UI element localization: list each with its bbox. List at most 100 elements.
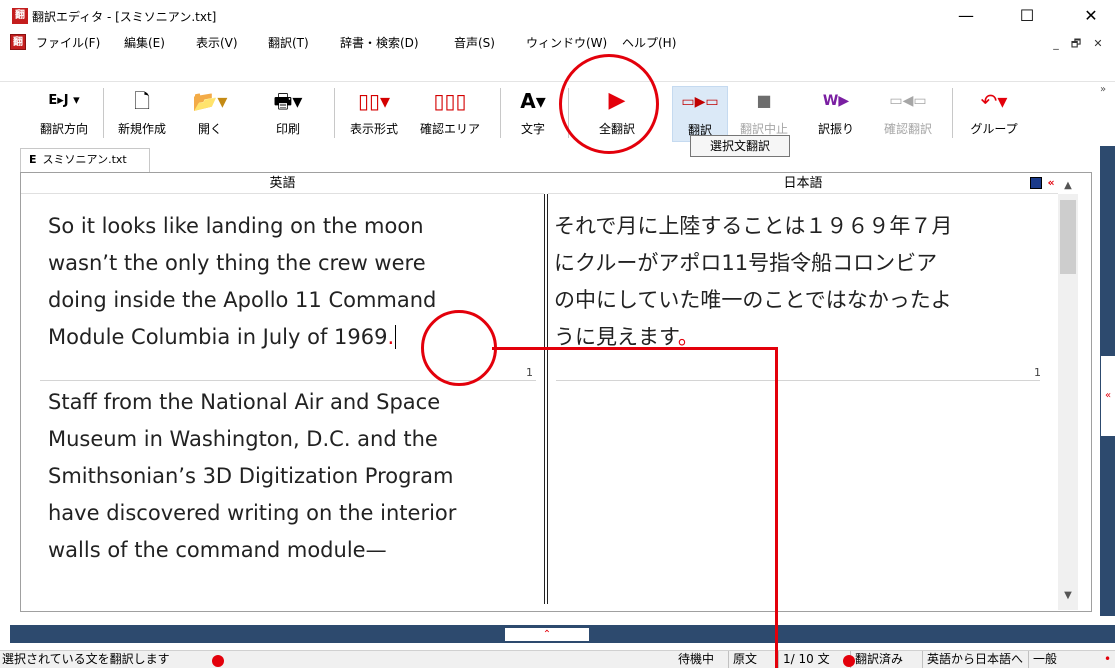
source-line: Staff from the National Air and Space [48,390,441,414]
open-label: 開く [197,122,222,136]
target-period: 。 [677,325,699,349]
open-button[interactable]: 📂▾ 開く [180,86,240,142]
window-title: 翻訳エディタ - [スミソニアン.txt] [32,10,217,24]
toolbar-separator [334,88,335,138]
translate-selection-button[interactable]: ▭▶▭ 翻訳 [672,86,728,142]
confirm-area-button[interactable]: ▯▯▯ 確認エリア [412,86,488,142]
group-button[interactable]: ↶▾ グループ [958,86,1030,142]
source-line: walls of the command module— [48,538,387,562]
furigana-button[interactable]: W▶ 訳振り [806,86,866,142]
pane-toggle-icon[interactable] [1030,177,1042,189]
side-panel-expand-icon[interactable]: « [1101,356,1115,436]
annotation-line [492,347,778,350]
new-button[interactable]: 🗋 新規作成 [106,86,178,142]
source-segment-2[interactable]: Staff from the National Air and Space Mu… [48,384,538,569]
new-document-icon: 🗋 [133,89,151,113]
status-source: 原文 [728,651,761,668]
stop-icon: ■ [756,91,772,110]
tooltip: 選択文翻訳 [690,135,790,157]
menu-dictionary[interactable]: 辞書・検索(D) [340,34,419,52]
mdi-close-button[interactable]: ✕ [1090,37,1106,51]
source-line: Museum in Washington, D.C. and the [48,427,438,451]
source-line: have discovered writing on the interior [48,501,457,525]
text-cursor [395,325,397,349]
annotation-line [775,347,778,668]
direction-label: 翻訳方向 [39,122,88,136]
toolbar-separator [500,88,501,138]
menu-file[interactable]: ファイル(F) [36,34,100,52]
menu-help[interactable]: ヘルプ(H) [622,34,676,52]
status-state: 待機中 [678,652,715,666]
target-line: にクルーがアポロ11号指令船コロンビア [554,251,938,275]
target-line: それで月に上陸することは１９６９年７月 [554,214,953,238]
group-label: グループ [970,122,1018,136]
font-button[interactable]: A▾ 文字 [508,86,558,142]
target-column-header: 日本語 [548,173,1058,194]
display-format-button[interactable]: ▯▯▾ 表示形式 [338,86,410,142]
direction-icon: E▸J ▾ [48,93,80,108]
confirm-area-label: 確認エリア [419,122,480,136]
target-segment-1[interactable]: それで月に上陸することは１９６９年７月 にクルーがアポロ11号指令船コロンビア … [554,208,1054,356]
scroll-thumb[interactable] [1060,200,1076,274]
document-icon[interactable]: 翻 [10,34,26,50]
segment-separator [556,380,1040,381]
menu-translate[interactable]: 翻訳(T) [268,34,309,52]
toolbar-separator [103,88,104,138]
segment-number: 1 [526,366,533,379]
source-line: Smithsonian’s 3D Digitization Program [48,464,454,488]
menu-voice[interactable]: 音声(S) [454,34,495,52]
font-label: 文字 [520,122,545,136]
scroll-down-icon[interactable]: ▼ [1058,590,1078,606]
print-label: 印刷 [275,122,300,136]
status-direction: 英語から日本語へ [922,651,1027,668]
status-translated: 翻訳済み [850,651,907,668]
bottom-panel-expand-icon[interactable]: ⌃ [505,628,589,641]
english-doc-icon: E [29,153,37,166]
status-field: 一般 [1028,651,1061,668]
document-tab-label: スミソニアン.txt [42,153,127,166]
menu-window[interactable]: ウィンドウ(W) [526,34,607,52]
translate-selection-icon: ▭▶▭ [681,94,719,110]
confirm-translate-label: 確認翻訳 [883,122,932,136]
app-icon: 翻 [12,8,28,24]
folder-open-icon: 📂▾ [192,89,228,113]
confirm-translate-icon: ▭◀▭ [889,93,927,109]
status-message: 選択されている文を翻訳します [2,652,170,666]
toolbar-overflow-icon[interactable]: » [1100,84,1106,95]
scroll-up-icon[interactable]: ▲ [1058,180,1078,196]
font-icon: A▾ [520,89,546,113]
undo-group-icon: ↶▾ [980,89,1008,113]
document-tab[interactable]: E スミソニアン.txt [20,148,150,172]
source-line: So it looks like landing on the moon [48,214,424,238]
target-line: うに見えます。 [554,325,699,349]
display-format-icon: ▯▯▾ [357,89,391,113]
display-format-label: 表示形式 [349,122,398,136]
menu-view[interactable]: 表示(V) [196,34,238,52]
print-button[interactable]: 🖶▾ 印刷 [258,86,318,142]
menu-edit[interactable]: 編集(E) [124,34,165,52]
mdi-restore-button[interactable]: 🗗 [1068,37,1084,51]
annotation-circle [559,54,659,154]
column-divider[interactable] [544,194,548,604]
direction-button[interactable]: E▸J ▾ 翻訳方向 [28,86,100,142]
stop-button[interactable]: ■ 翻訳中止 [732,86,796,142]
annotation-circle [421,310,497,386]
toolbar-separator [952,88,953,138]
annotation-dot [212,655,224,667]
mdi-minimize-button[interactable]: _ [1048,37,1064,51]
confirm-area-icon: ▯▯▯ [433,89,467,113]
furigana-icon: W▶ [822,93,850,109]
close-button[interactable]: ✕ [1068,0,1114,32]
maximize-button[interactable]: ☐ [1004,0,1050,32]
annotation-mark: • [1104,652,1112,666]
status-count: 1/ 10 文 [778,651,834,668]
collapse-icon[interactable]: « [1044,176,1058,190]
minimize-button[interactable]: — [943,0,989,32]
annotation-dot [843,655,855,667]
furigana-label: 訳振り [817,122,854,136]
source-line: wasn’t the only thing the crew were [48,251,426,275]
source-column-header: 英語 [21,173,544,194]
printer-icon: 🖶▾ [273,89,303,113]
new-label: 新規作成 [117,122,166,136]
confirm-translate-button[interactable]: ▭◀▭ 確認翻訳 [872,86,944,142]
